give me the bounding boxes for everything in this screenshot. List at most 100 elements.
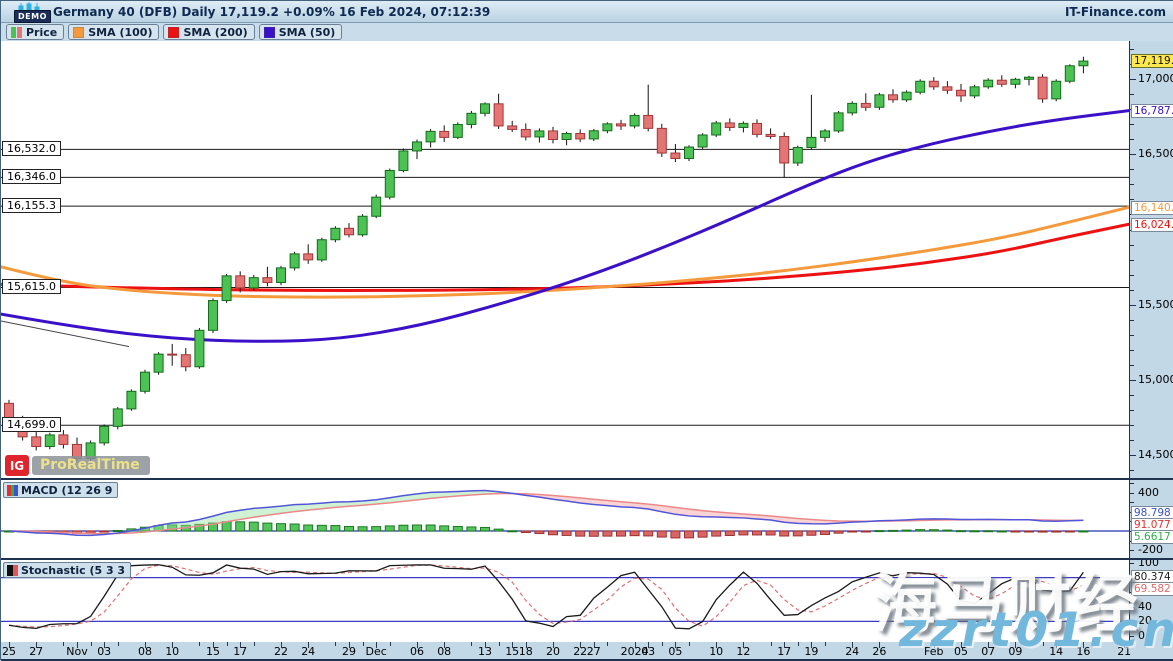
- legend-item-price[interactable]: Price: [6, 24, 64, 40]
- chart-title: Germany 40 (DFB) Daily 17,119.2 +0.09% 1…: [53, 5, 490, 19]
- axis-tick: [1130, 365, 1134, 366]
- legend-item-sma50[interactable]: SMA (50): [259, 24, 343, 40]
- macd-axis-label: -200: [1138, 543, 1163, 556]
- sma50-value-box: 16,787..: [1131, 104, 1173, 118]
- sma100-swatch-icon: [73, 27, 84, 38]
- date-tick: [607, 642, 608, 646]
- prorealtime-text: ProRealTime: [32, 456, 150, 475]
- axis-tick: [1130, 184, 1134, 185]
- date-tick: [335, 642, 336, 646]
- legend-item-sma200[interactable]: SMA (200): [163, 24, 254, 40]
- legend-item-sma100[interactable]: SMA (100): [68, 24, 159, 40]
- price-axis-label: 14,500: [1138, 448, 1173, 461]
- date-axis-label: 08: [437, 645, 451, 658]
- date-axis-label: 27: [587, 645, 601, 658]
- legend-label: Price: [26, 26, 57, 39]
- axis-tick: [1130, 169, 1134, 170]
- date-tick: [771, 642, 772, 646]
- axis-tick: [1130, 410, 1134, 411]
- axis-tick: [1130, 335, 1134, 336]
- date-tick: [471, 642, 472, 646]
- level-label: 14,699.0: [2, 417, 61, 432]
- last-price-box: 17,119..: [1131, 54, 1173, 68]
- axis-tick: [1130, 350, 1134, 351]
- axis-tick: [1130, 260, 1134, 261]
- axis-tick: [1130, 124, 1134, 125]
- date-axis-label: 22: [274, 645, 288, 658]
- date-tick: [227, 642, 228, 646]
- price-axis-label: 15,000: [1138, 373, 1173, 386]
- date-axis-label: Dec: [366, 645, 387, 658]
- macd-hist-value-box: 5.6617: [1131, 530, 1173, 544]
- axis-tick: [1130, 275, 1134, 276]
- axis-tick: [1130, 440, 1134, 441]
- date-tick: [499, 642, 500, 646]
- macd-label[interactable]: MACD (12 26 9: [3, 482, 118, 498]
- axis-tick: [1130, 395, 1134, 396]
- axis-tick: [1130, 483, 1134, 484]
- title-bar: DEMO Germany 40 (DFB) Daily 17,119.2 +0.…: [1, 1, 1173, 23]
- date-axis-label: 03: [641, 645, 655, 658]
- legend-label: SMA (100): [88, 26, 152, 39]
- macd-axis-label: 400: [1138, 486, 1159, 499]
- date-tick: [390, 642, 391, 646]
- level-label: 16,346.0: [2, 169, 61, 184]
- price-panel[interactable]: [1, 41, 1129, 478]
- level-label: 15,615.0: [2, 279, 61, 294]
- axis-tick: [1130, 245, 1134, 246]
- axis-tick: [1130, 502, 1134, 503]
- date-tick: [91, 642, 92, 646]
- price-axis-label: 15,500: [1138, 298, 1173, 311]
- date-axis-label: Nov: [66, 645, 87, 658]
- ig-logo: IG: [5, 455, 29, 476]
- axis-tick: [1130, 425, 1134, 426]
- date-axis-label: 20: [546, 645, 560, 658]
- axis-tick: [1130, 94, 1134, 95]
- sma200-swatch-icon: [168, 27, 179, 38]
- panel-separator: [1, 478, 1173, 480]
- level-label: 16,532.0: [2, 141, 61, 156]
- date-axis-label: 15: [505, 645, 519, 658]
- macd-icon: [7, 485, 18, 496]
- macd-panel[interactable]: [1, 480, 1129, 558]
- date-axis-label: 29: [342, 645, 356, 658]
- axis-tick: [1130, 493, 1134, 494]
- date-tick: [254, 642, 255, 646]
- axis-tick: [1130, 139, 1134, 140]
- date-axis-label: 19: [804, 645, 818, 658]
- date-axis-label: 15: [206, 645, 220, 658]
- axis-tick: [1130, 305, 1136, 306]
- date-axis-label: 13: [478, 645, 492, 658]
- date-tick: [662, 642, 663, 646]
- date-axis-label: 25: [2, 645, 16, 658]
- legend-bar: Price SMA (100) SMA (200) SMA (50): [1, 23, 1173, 41]
- chart-window: DEMO Germany 40 (DFB) Daily 17,119.2 +0.…: [0, 0, 1173, 660]
- axis-tick: [1130, 49, 1134, 50]
- date-axis-label: 22: [573, 645, 587, 658]
- watermark-url: zzrt01.cn: [899, 603, 1173, 658]
- date-axis-label: 10: [165, 645, 179, 658]
- axis-tick: [1130, 470, 1134, 471]
- level-label: 16,155.3: [2, 198, 61, 213]
- axis-tick: [1130, 320, 1134, 321]
- price-candles-icon: [11, 27, 22, 38]
- date-axis-label: 05: [668, 645, 682, 658]
- sma200-value-box: 16,024..: [1131, 218, 1173, 232]
- brand-link[interactable]: IT-Finance.com: [1065, 5, 1166, 19]
- legend-label: SMA (50): [279, 26, 336, 39]
- date-tick: [63, 642, 64, 646]
- date-axis-label: 26: [872, 645, 886, 658]
- date-axis-label: 24: [301, 645, 315, 658]
- date-tick: [825, 642, 826, 646]
- stochastic-label[interactable]: Stochastic (5 3 3: [3, 562, 131, 578]
- date-axis-label: 10: [709, 645, 723, 658]
- axis-tick: [1130, 79, 1136, 80]
- prorealtime-logo[interactable]: IG ProRealTime: [5, 454, 150, 477]
- axis-tick: [1130, 380, 1136, 381]
- sma100-value-box: 16,140..: [1131, 201, 1173, 215]
- price-axis-gutter: 17,00016,50015,50015,00014,500400200-200…: [1129, 41, 1173, 642]
- date-tick: [118, 642, 119, 646]
- stochastic-label-text: Stochastic (5 3 3: [21, 564, 125, 577]
- date-axis-label: 24: [845, 645, 859, 658]
- stochastic-icon: [7, 565, 18, 576]
